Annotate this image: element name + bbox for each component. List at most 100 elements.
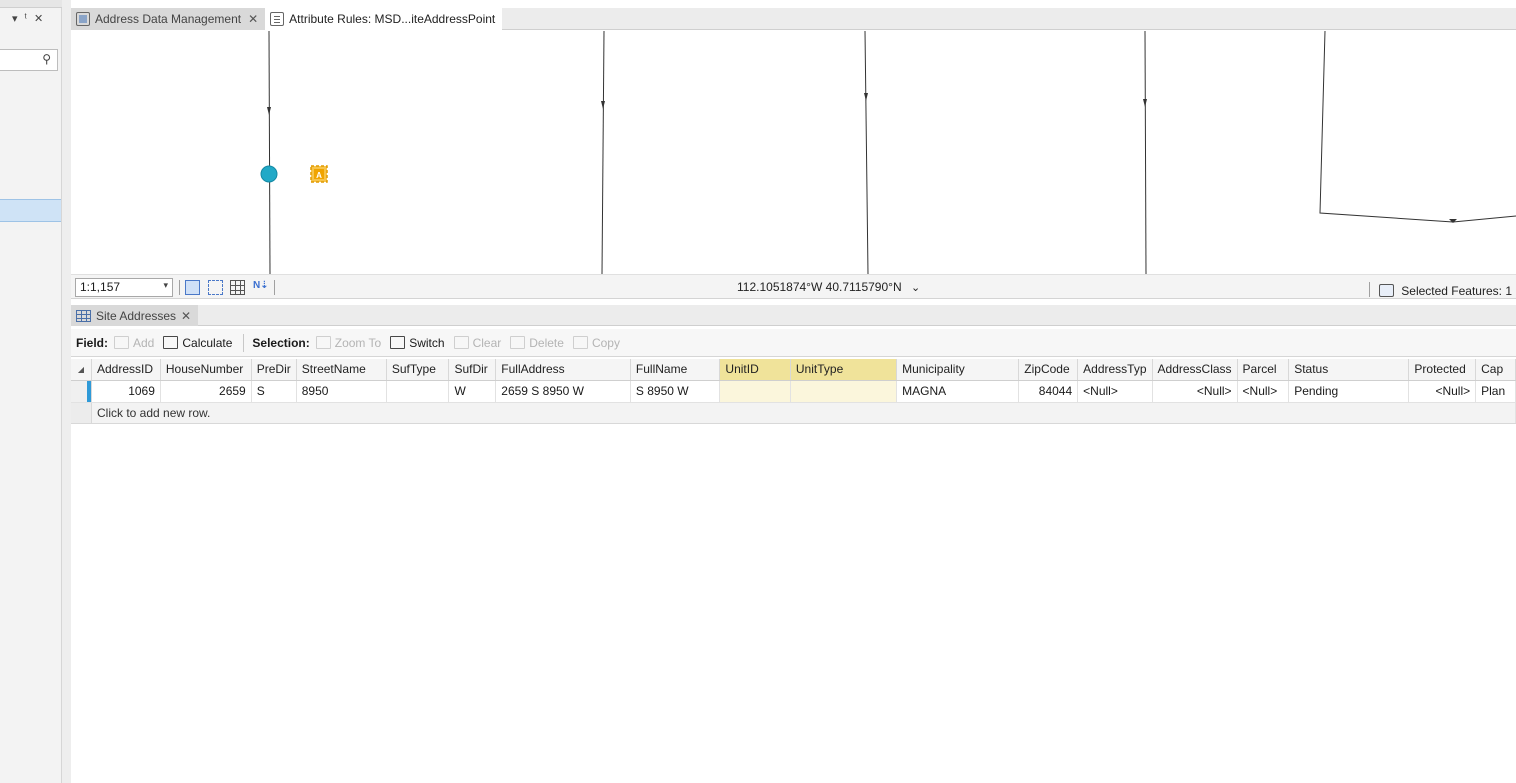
column-header[interactable]: FullAddress	[495, 359, 631, 381]
add-field-button[interactable]: Add	[114, 336, 154, 350]
north-arrow-icon[interactable]: N⇣	[253, 280, 269, 295]
table-cell[interactable]: Pending	[1288, 380, 1410, 403]
chevron-down-icon[interactable]: ▾	[163, 280, 168, 291]
label-anchor-icon[interactable]: A	[310, 165, 328, 183]
table-cell[interactable]: <Null>	[1237, 380, 1290, 403]
field-label: Field:	[76, 335, 108, 350]
selection-icon	[1378, 284, 1394, 297]
map-icon	[76, 12, 90, 26]
column-header[interactable]: UnitType	[790, 359, 898, 381]
selected-features-status[interactable]: Selected Features: 1	[1368, 280, 1512, 298]
pin-icon[interactable]: ᵗ	[25, 12, 27, 25]
search-icon[interactable]: ⚲	[42, 52, 51, 66]
pane-menu-icon[interactable]: ▾	[12, 12, 18, 25]
table-cell[interactable]: 8950	[296, 380, 387, 403]
copy-button[interactable]: Copy	[572, 336, 620, 350]
delete-button[interactable]: Delete	[510, 336, 564, 350]
add-row-prompt[interactable]: Click to add new row.	[91, 402, 1516, 424]
calculate-field-button[interactable]: Calculate	[163, 336, 232, 350]
street-line	[601, 31, 605, 274]
column-header[interactable]: AddressTyp	[1077, 359, 1153, 381]
switch-label: Switch	[409, 335, 445, 350]
divider	[179, 280, 180, 295]
coordinates-text: 112.1051874°W 40.7115790°N	[737, 280, 902, 294]
add-field-icon	[114, 336, 129, 349]
column-header[interactable]: SufDir	[448, 359, 497, 381]
fixed-scale-icon[interactable]	[185, 280, 200, 295]
clear-selection-button[interactable]: Clear	[453, 335, 502, 350]
table-row[interactable]: 1069 2659 S 8950 W 2659 S 8950 W S 8950 …	[71, 380, 1516, 403]
column-header[interactable]: FullName	[630, 359, 721, 381]
table-cell[interactable]: 2659 S 8950 W	[495, 380, 631, 403]
column-header[interactable]: Protected	[1408, 359, 1477, 381]
tab-attribute-rules[interactable]: Attribute Rules: MSD...iteAddressPoint	[265, 8, 503, 30]
column-header[interactable]: UnitID	[719, 359, 791, 381]
column-header[interactable]: AddressClass	[1152, 359, 1238, 381]
search-input[interactable]: ⚲	[0, 49, 58, 71]
map-canvas: A	[260, 31, 1516, 274]
column-header[interactable]: Parcel	[1237, 359, 1290, 381]
table-cell[interactable]: S 8950 W	[630, 380, 721, 403]
table-icon	[76, 309, 91, 322]
scale-selector[interactable]: 1:1,157 ▾	[75, 278, 173, 297]
contents-pane: ▾ ᵗ ✕ ⚲	[0, 0, 62, 783]
snapping-icon[interactable]	[208, 280, 223, 295]
attribute-table[interactable]: ◢ AddressID HouseNumber PreDir StreetNam…	[71, 359, 1516, 783]
close-icon[interactable]: ✕	[181, 309, 191, 323]
select-all-corner[interactable]: ◢	[71, 359, 92, 381]
table-cell[interactable]: 2659	[160, 380, 252, 403]
tab-site-addresses[interactable]: Site Addresses ✕	[71, 305, 199, 326]
document-tabs: Address Data Management ✕ Attribute Rule…	[71, 8, 1516, 30]
switch-selection-button[interactable]: Switch	[390, 335, 445, 350]
column-header[interactable]: SufType	[386, 359, 450, 381]
scale-value: 1:1,157	[80, 280, 121, 294]
grid-icon[interactable]	[230, 280, 245, 295]
table-cell[interactable]	[719, 380, 791, 403]
table-cell[interactable]: S	[251, 380, 297, 403]
table-toolbar: Field: Add Calculate Selection: Zoom To …	[71, 329, 1516, 357]
selected-features-text: Selected Features: 1	[1401, 284, 1512, 298]
table-cell[interactable]	[790, 380, 898, 403]
column-header[interactable]: Status	[1288, 359, 1410, 381]
divider	[274, 280, 275, 295]
row-selector[interactable]	[71, 380, 92, 403]
table-cell[interactable]: MAGNA	[896, 380, 1020, 403]
column-header[interactable]: Cap	[1475, 359, 1516, 381]
column-header[interactable]: AddressID	[91, 359, 161, 381]
table-cell[interactable]: <Null>	[1408, 380, 1477, 403]
table-cell[interactable]: W	[448, 380, 497, 403]
switch-icon	[390, 336, 406, 349]
close-icon[interactable]: ✕	[34, 12, 43, 25]
column-header[interactable]: HouseNumber	[160, 359, 252, 381]
table-cell[interactable]: 1069	[91, 380, 161, 403]
coordinate-readout[interactable]: 112.1051874°W 40.7115790°N ⌄	[737, 280, 920, 294]
delete-label: Delete	[529, 335, 564, 350]
address-point-symbol[interactable]	[260, 165, 278, 183]
table-cell[interactable]	[386, 380, 450, 403]
selection-label: Selection:	[252, 335, 310, 350]
zoom-to-button[interactable]: Zoom To	[315, 335, 382, 350]
table-cell[interactable]: Plan	[1475, 380, 1516, 403]
column-header[interactable]: ZipCode	[1018, 359, 1079, 381]
table-cell[interactable]: 84044	[1018, 380, 1079, 403]
delete-icon	[510, 336, 526, 349]
table-cell[interactable]: <Null>	[1152, 380, 1238, 403]
table-cell[interactable]: <Null>	[1077, 380, 1153, 403]
clear-icon	[453, 336, 469, 349]
clear-label: Clear	[472, 335, 502, 350]
add-new-row[interactable]: Click to add new row.	[71, 402, 1516, 424]
column-header[interactable]: PreDir	[251, 359, 297, 381]
divider	[243, 333, 245, 352]
close-icon[interactable]: ✕	[248, 12, 258, 26]
divider	[1368, 282, 1370, 297]
selected-layer-item[interactable]	[0, 199, 61, 222]
chevron-down-icon[interactable]: ⌄	[911, 282, 920, 294]
pane-splitter[interactable]	[62, 0, 71, 783]
direction-arrow-icon	[267, 107, 271, 115]
zoom-to-label: Zoom To	[334, 335, 382, 350]
attribute-grid: ◢ AddressID HouseNumber PreDir StreetNam…	[71, 359, 1516, 424]
column-header[interactable]: Municipality	[896, 359, 1020, 381]
tab-address-data-management[interactable]: Address Data Management ✕	[71, 8, 266, 30]
column-header[interactable]: StreetName	[296, 359, 387, 381]
map-view[interactable]: A	[71, 31, 1516, 274]
